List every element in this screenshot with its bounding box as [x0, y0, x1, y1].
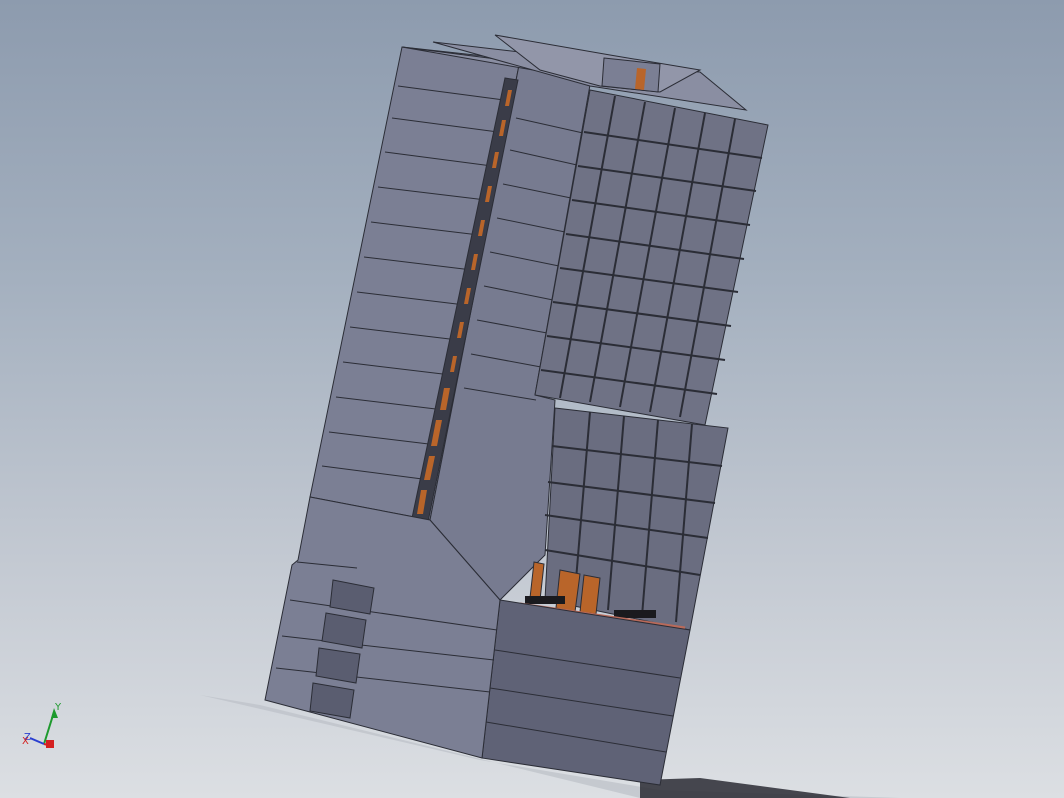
- building-model[interactable]: [0, 0, 1064, 798]
- ground-shadow-dark: [640, 778, 850, 798]
- axis-x-label: X: [22, 736, 29, 747]
- axis-triad: Y Z X: [22, 702, 62, 748]
- axis-y-label: Y: [54, 702, 62, 713]
- podium-front: [481, 599, 691, 786]
- 3d-viewport[interactable]: Y Z X: [0, 0, 1064, 798]
